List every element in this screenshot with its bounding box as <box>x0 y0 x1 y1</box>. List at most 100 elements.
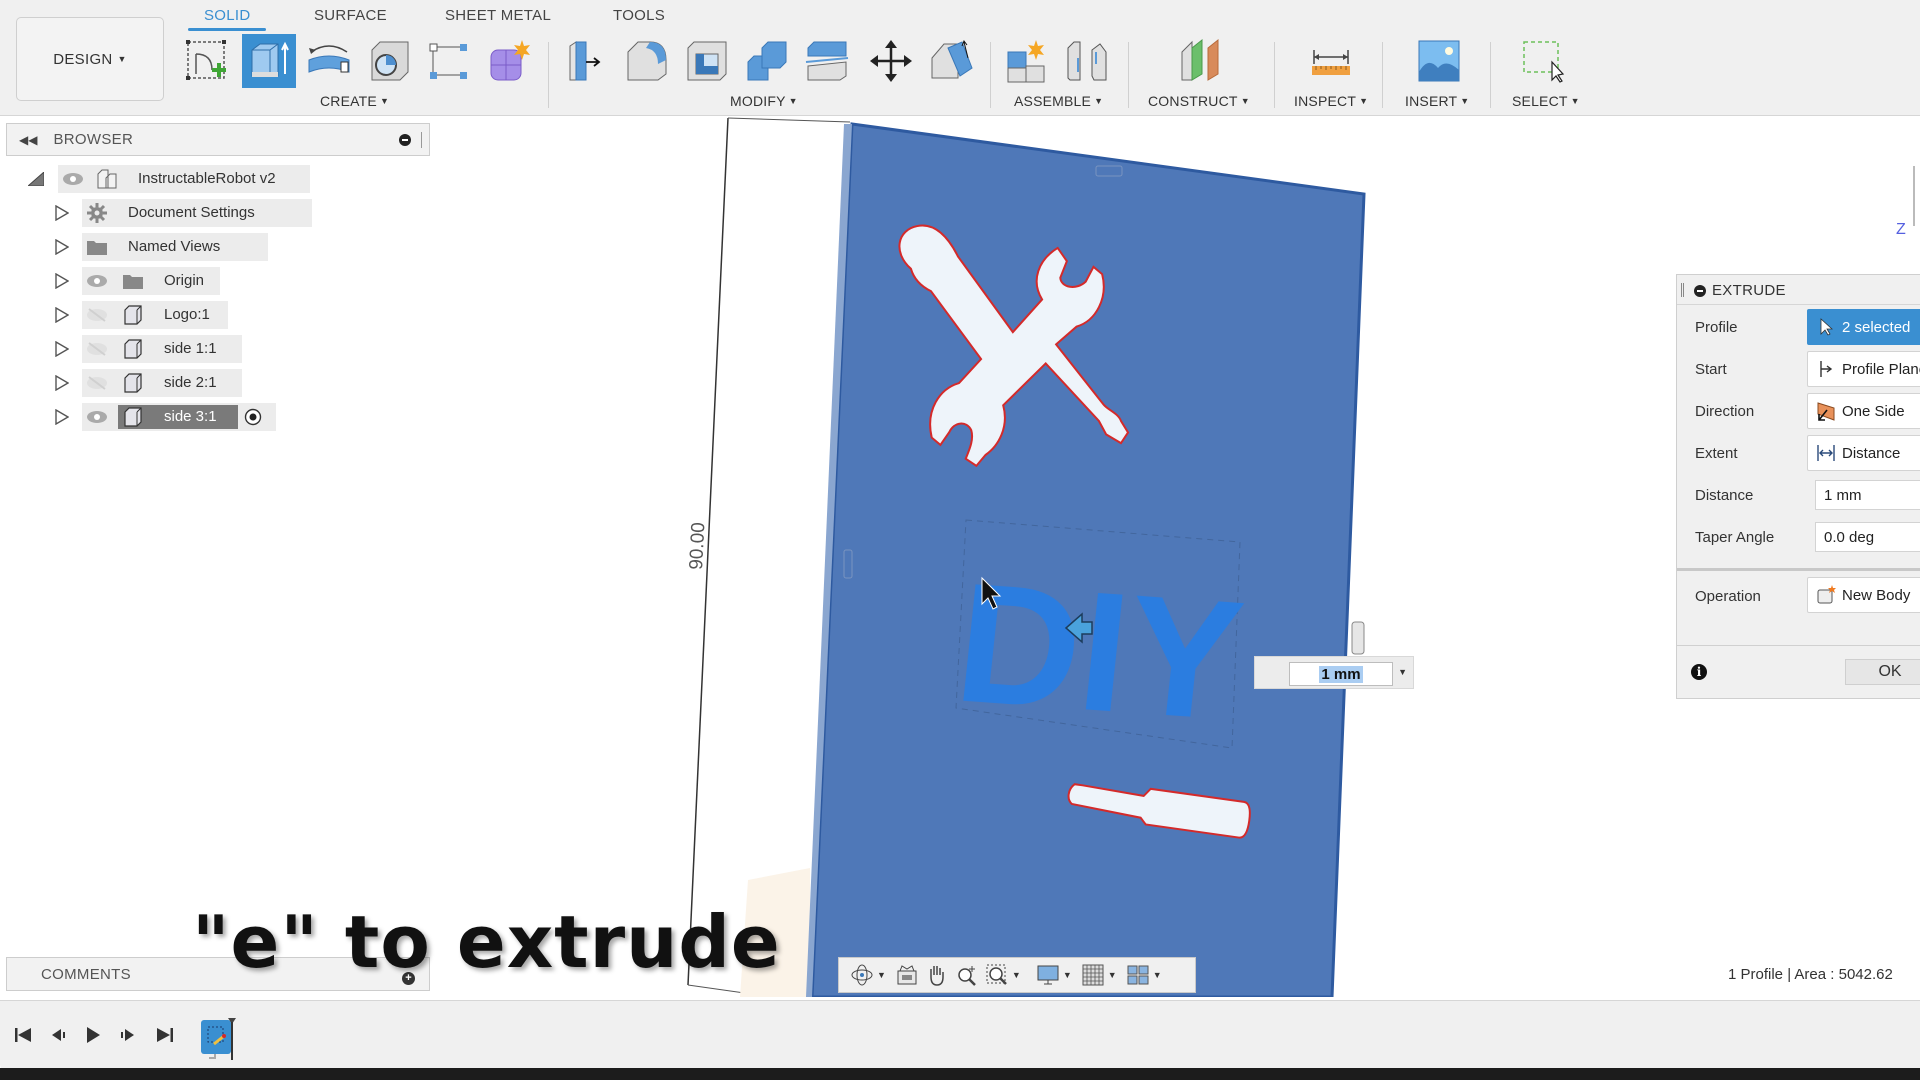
caret-down-icon[interactable]: ▼ <box>1012 970 1021 980</box>
extent-dropdown[interactable]: Distance <box>1807 435 1920 471</box>
display-settings-button[interactable] <box>1033 960 1063 990</box>
select-menu[interactable]: SELECT ▼ <box>1512 93 1580 109</box>
move-copy-button[interactable] <box>866 36 916 86</box>
resize-handle[interactable] <box>1351 621 1365 655</box>
operation-dropdown[interactable]: New Body <box>1807 577 1920 613</box>
eye-hidden-icon[interactable] <box>86 308 108 322</box>
shell-button[interactable] <box>682 36 732 86</box>
caret-down-icon[interactable]: ▼ <box>1398 667 1407 677</box>
draft-button[interactable] <box>926 36 976 86</box>
dimension-value[interactable]: 90.00 <box>686 522 709 571</box>
offset-plane-button[interactable] <box>1176 36 1226 86</box>
tab-sheet-metal[interactable]: SHEET METAL <box>445 7 551 24</box>
expand-triangle-icon[interactable] <box>55 307 69 323</box>
hole-button[interactable] <box>364 36 414 86</box>
window-select-button[interactable] <box>1518 36 1568 86</box>
caret-down-icon[interactable]: ▼ <box>1153 970 1162 980</box>
hud-distance-value: 1 mm <box>1319 665 1363 683</box>
browser-item[interactable]: Document Settings <box>0 198 440 228</box>
expand-triangle-icon[interactable] <box>55 205 69 221</box>
browser-item-label: side 2:1 <box>164 374 217 391</box>
expand-triangle-icon[interactable] <box>55 375 69 391</box>
eye-hidden-icon[interactable] <box>86 342 108 356</box>
browser-root-item[interactable]: InstructableRobot v2 <box>0 164 440 194</box>
browser-item[interactable]: side 2:1 <box>0 368 440 398</box>
activate-component-radio-icon[interactable] <box>244 408 262 426</box>
tab-surface[interactable]: SURFACE <box>314 7 387 24</box>
pan-button[interactable] <box>922 960 952 990</box>
info-icon[interactable]: i <box>1691 664 1707 680</box>
eye-hidden-icon[interactable] <box>86 376 108 390</box>
caret-down-icon[interactable]: ▼ <box>877 970 886 980</box>
revolve-button[interactable] <box>304 36 354 86</box>
caret-down-icon[interactable]: ▼ <box>1063 970 1072 980</box>
play-button[interactable] <box>80 1022 106 1048</box>
drag-grip-icon[interactable] <box>1681 283 1684 297</box>
go-to-start-button[interactable] <box>10 1022 36 1048</box>
distance-input[interactable]: 1 mm <box>1815 480 1920 510</box>
create-sketch-button[interactable] <box>182 36 232 86</box>
ok-button[interactable]: OK <box>1845 659 1920 685</box>
orbit-button[interactable] <box>847 960 877 990</box>
browser-item[interactable]: Origin <box>0 266 440 296</box>
insert-menu[interactable]: INSERT ▼ <box>1405 93 1469 109</box>
browser-item[interactable]: Logo:1 <box>0 300 440 330</box>
step-forward-button[interactable] <box>114 1022 140 1048</box>
fillet-button[interactable] <box>622 36 672 86</box>
direction-dropdown[interactable]: One Side <box>1807 393 1920 429</box>
expand-triangle-icon[interactable] <box>55 341 69 357</box>
extrude-button[interactable] <box>242 34 296 88</box>
eye-visible-icon[interactable] <box>62 172 84 186</box>
combine-button[interactable] <box>742 36 792 86</box>
collapse-panel-icon[interactable]: ◀◀ <box>19 133 37 147</box>
workspace-switcher-button[interactable]: DESIGN ▼ <box>16 17 164 101</box>
extrude-dialog-header[interactable]: EXTRUDE <box>1677 275 1920 305</box>
profile-selector[interactable]: 2 selected <box>1807 309 1920 345</box>
create-form-button[interactable] <box>484 36 534 86</box>
construct-menu[interactable]: CONSTRUCT ▼ <box>1148 93 1250 109</box>
browser-item[interactable]: side 1:1 <box>0 334 440 364</box>
new-component-button[interactable] <box>1002 36 1052 86</box>
browser-panel-header[interactable]: ◀◀ BROWSER <box>6 123 430 156</box>
step-back-button[interactable] <box>46 1022 72 1048</box>
distance-heads-up-input: 1 mm ▼ <box>1254 656 1414 689</box>
viewports-icon <box>1127 965 1149 985</box>
zoom-button[interactable] <box>952 960 982 990</box>
viewports-button[interactable] <box>1123 960 1153 990</box>
expand-triangle-icon[interactable] <box>55 273 69 289</box>
fit-button[interactable] <box>982 960 1012 990</box>
timeline-feature-sketch[interactable] <box>200 1016 236 1060</box>
insert-image-button[interactable] <box>1414 36 1464 86</box>
joint-button[interactable] <box>1062 36 1112 86</box>
measure-button[interactable] <box>1306 36 1356 86</box>
caret-down-icon[interactable]: ▼ <box>1108 970 1117 980</box>
tab-solid[interactable]: SOLID <box>204 7 251 24</box>
inspect-menu[interactable]: INSPECT ▼ <box>1294 93 1368 109</box>
eye-visible-icon[interactable] <box>86 274 108 288</box>
start-dropdown[interactable]: Profile Plane <box>1807 351 1920 387</box>
browser-title: BROWSER <box>53 131 134 148</box>
grid-settings-button[interactable] <box>1078 960 1108 990</box>
create-menu[interactable]: CREATE ▼ <box>320 93 389 109</box>
split-body-button[interactable] <box>802 36 852 86</box>
assemble-menu-label: ASSEMBLE <box>1014 93 1092 109</box>
tab-tools[interactable]: TOOLS <box>613 7 665 24</box>
collapse-dialog-icon[interactable] <box>1694 285 1706 297</box>
eye-visible-icon[interactable] <box>86 410 108 424</box>
look-at-button[interactable] <box>892 960 922 990</box>
press-pull-button[interactable] <box>562 36 612 86</box>
collapse-triangle-icon[interactable] <box>28 172 44 186</box>
expand-triangle-icon[interactable] <box>55 239 69 255</box>
modify-menu[interactable]: MODIFY ▼ <box>730 93 798 109</box>
browser-item[interactable]: side 3:1 <box>0 402 440 432</box>
rectangular-pattern-button[interactable] <box>424 36 474 86</box>
taper-angle-input[interactable]: 0.0 deg <box>1815 522 1920 552</box>
go-to-end-button[interactable] <box>152 1022 178 1048</box>
browser-item[interactable]: Named Views <box>0 232 440 262</box>
expand-triangle-icon[interactable] <box>55 409 69 425</box>
diy-text-profile[interactable]: DIY <box>948 548 1251 757</box>
minimize-panel-icon[interactable] <box>399 134 411 146</box>
assemble-menu[interactable]: ASSEMBLE ▼ <box>1014 93 1103 109</box>
hud-distance-field[interactable]: 1 mm <box>1289 662 1393 686</box>
panel-resize-grip[interactable] <box>421 132 423 148</box>
